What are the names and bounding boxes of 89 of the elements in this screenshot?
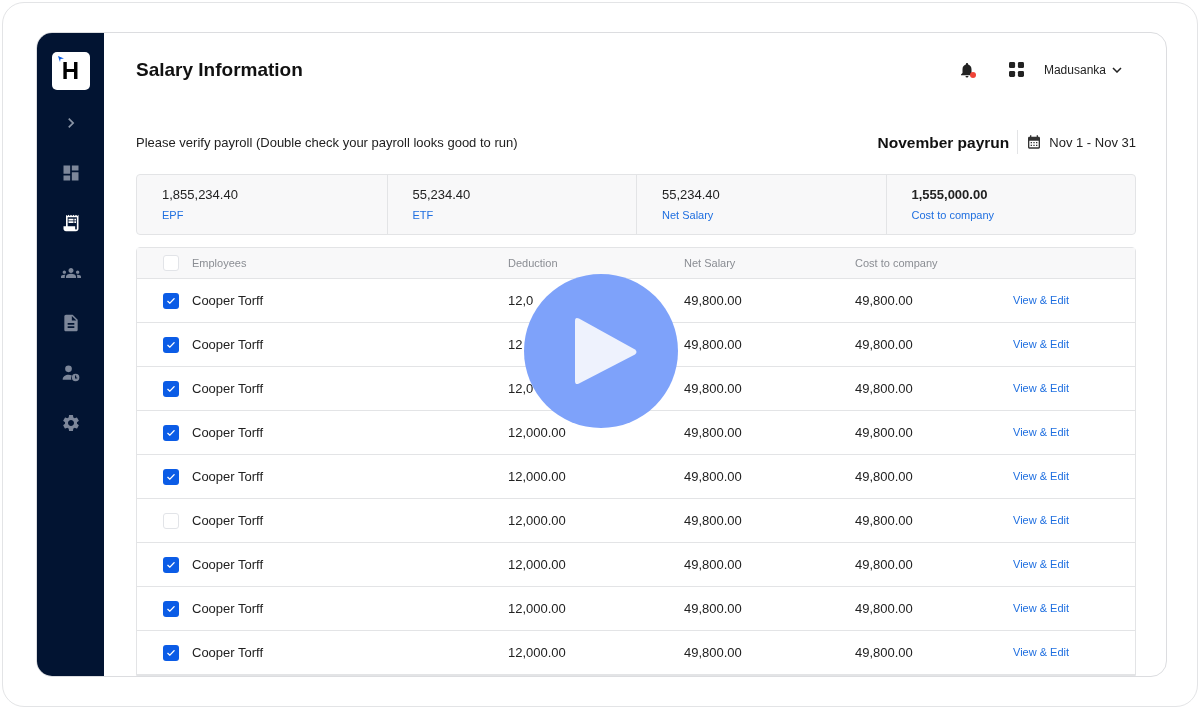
check-icon (167, 649, 175, 656)
checkbox[interactable] (163, 468, 179, 485)
employee-name: Cooper Torff (192, 379, 265, 398)
deduction-cell-text: 12,000.00 (508, 511, 567, 530)
view-edit-link[interactable]: View & Edit (1013, 468, 1135, 485)
checkbox[interactable] (163, 512, 179, 529)
cursor-icon (57, 56, 64, 62)
person-clock-icon[interactable] (60, 363, 81, 383)
check-icon (167, 561, 175, 568)
view-edit-link[interactable]: View & Edit (1013, 424, 1135, 441)
column-header: Cost to company (855, 255, 939, 271)
checkbox[interactable] (163, 644, 179, 661)
view-edit-link[interactable]: View & Edit (1013, 336, 1135, 353)
view-edit-link[interactable]: View & Edit (1013, 512, 1135, 529)
net-salary-cell-text: 49,800.00 (684, 379, 743, 398)
checkbox[interactable] (163, 255, 179, 271)
deduction-cell-text: 12,000.00 (508, 599, 567, 618)
check-icon (167, 429, 175, 436)
deduction-cell-text: 12,000.00 (508, 643, 567, 662)
stat-value: 55,234.40 (412, 186, 472, 205)
check-icon (167, 605, 175, 612)
deduction-cell-text: 12,0 (508, 291, 535, 310)
column-header: Net Salary (684, 255, 737, 271)
cost-cell-text: 49,800.00 (855, 379, 914, 398)
check-icon (167, 341, 175, 348)
calendar-icon (1026, 134, 1043, 151)
cost-cell-text: 49,800.00 (855, 335, 914, 354)
check-icon (167, 297, 175, 304)
user-menu[interactable]: Madusanka (1043, 60, 1122, 79)
net-salary-cell-text: 49,800.00 (684, 555, 743, 574)
checkbox[interactable] (163, 292, 179, 309)
cost-cell-text: 49,800.00 (855, 423, 914, 442)
employee-name: Cooper Torff (192, 335, 265, 354)
employee-name: Cooper Torff (192, 511, 265, 530)
settings-icon[interactable] (60, 413, 81, 433)
logo-letter: H (61, 59, 80, 83)
cost-cell-text: 49,800.00 (855, 467, 914, 486)
apps-icon[interactable] (1008, 62, 1024, 78)
employee-name: Cooper Torff (192, 423, 265, 442)
employee-name: Cooper Torff (192, 291, 265, 310)
page-title: Salary Information (136, 57, 304, 82)
view-edit-link[interactable]: View & Edit (1013, 556, 1135, 573)
column-header: Employees (192, 255, 248, 271)
stat-value: 1,855,234.40 (162, 186, 239, 205)
employee-name: Cooper Torff (192, 467, 265, 486)
cost-cell-text: 49,800.00 (855, 555, 914, 574)
net-salary-cell-text: 49,800.00 (684, 423, 743, 442)
cost-cell-text: 49,800.00 (855, 291, 914, 310)
stat-label: ETF (412, 207, 435, 223)
net-salary-cell-text: 49,800.00 (684, 335, 743, 354)
chevron-down-icon (1112, 66, 1122, 73)
checkbox[interactable] (163, 380, 179, 397)
checkbox[interactable] (163, 424, 179, 441)
check-icon (167, 473, 175, 480)
employee-name: Cooper Torff (192, 643, 265, 662)
deduction-cell-text: 12,000.00 (508, 555, 567, 574)
net-salary-cell-text: 49,800.00 (684, 467, 743, 486)
cost-cell-text: 49,800.00 (855, 511, 914, 530)
employee-name: Cooper Torff (192, 599, 265, 618)
deduction-cell-text: 12,0 (508, 379, 535, 398)
cost-cell-text: 49,800.00 (855, 643, 914, 662)
checkbox[interactable] (163, 556, 179, 573)
net-salary-cell-text: 49,800.00 (684, 643, 743, 662)
user-name: Madusanka (1043, 61, 1106, 79)
column-header: Deduction (508, 255, 559, 271)
stat-value: 55,234.40 (662, 186, 721, 205)
stat-label: Cost to company (911, 207, 996, 223)
play-icon (575, 316, 637, 386)
deduction-cell-text: 12,000.00 (508, 423, 567, 442)
checkbox[interactable] (163, 336, 179, 353)
view-edit-link[interactable]: View & Edit (1013, 292, 1135, 309)
description: Please verify payroll (Double check your payroll looks good to run) (136, 133, 519, 152)
net-salary-cell-text: 49,800.00 (684, 511, 743, 530)
view-edit-link[interactable]: View & Edit (1013, 380, 1135, 397)
checkbox[interactable] (163, 600, 179, 617)
check-icon (167, 385, 175, 392)
net-salary-cell-text: 49,800.00 (684, 291, 743, 310)
stat-label: EPF (162, 207, 185, 223)
view-edit-link[interactable]: View & Edit (1013, 600, 1135, 617)
stat-label: Net Salary (662, 207, 715, 223)
net-salary-cell-text: 49,800.00 (684, 599, 743, 618)
employee-name: Cooper Torff (192, 555, 265, 574)
deduction-cell-text: 12 (508, 335, 524, 354)
payrun-title: November payrun (877, 132, 1011, 153)
deduction-cell-text: 12,000.00 (508, 467, 567, 486)
stat-value: 1,555,000.00 (911, 186, 989, 205)
cost-cell-text: 49,800.00 (855, 599, 914, 618)
date-range: Nov 1 - Nov 31 (1049, 133, 1136, 152)
view-edit-link[interactable]: View & Edit (1013, 644, 1135, 661)
